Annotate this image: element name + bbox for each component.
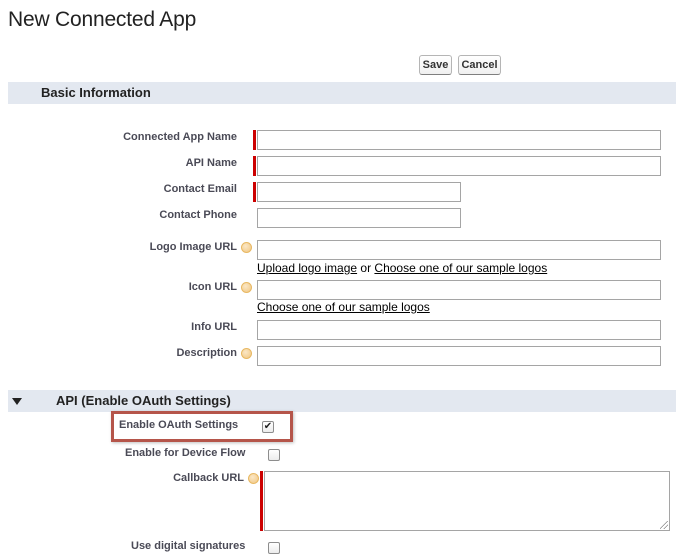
- digital-signatures-label: Use digital signatures: [131, 540, 246, 552]
- required-indicator: [253, 182, 256, 202]
- section-basic-information: Basic Information: [8, 82, 676, 104]
- callback-url-label: Callback URL: [173, 472, 244, 484]
- contact-phone-input[interactable]: [257, 208, 461, 228]
- logo-url-label: Logo Image URL: [149, 241, 237, 253]
- page-title: New Connected App: [8, 8, 197, 31]
- icon-url-input[interactable]: [257, 280, 661, 300]
- app-name-input[interactable]: [257, 130, 661, 150]
- help-icon[interactable]: [241, 348, 252, 359]
- callback-url-textarea[interactable]: [264, 471, 670, 531]
- device-flow-label: Enable for Device Flow: [125, 447, 246, 459]
- enable-oauth-label: Enable OAuth Settings: [119, 419, 239, 431]
- cancel-button[interactable]: Cancel: [458, 55, 501, 75]
- section-title: Basic Information: [41, 85, 151, 100]
- section-title: API (Enable OAuth Settings): [56, 393, 231, 408]
- choose-logo-link[interactable]: Choose one of our sample logos: [374, 261, 547, 275]
- info-url-input[interactable]: [257, 320, 661, 340]
- contact-email-label: Contact Email: [163, 183, 237, 195]
- upload-logo-link[interactable]: Upload logo image: [257, 261, 357, 275]
- description-label: Description: [176, 347, 237, 359]
- api-name-label: API Name: [185, 157, 237, 169]
- contact-email-input[interactable]: [257, 182, 461, 202]
- api-name-input[interactable]: [257, 156, 661, 176]
- icon-url-label: Icon URL: [188, 281, 237, 293]
- required-indicator: [253, 156, 256, 176]
- collapse-triangle-icon[interactable]: [12, 398, 22, 405]
- help-icon[interactable]: [241, 242, 252, 253]
- digital-signatures-checkbox[interactable]: [268, 542, 280, 554]
- contact-phone-label: Contact Phone: [159, 209, 237, 221]
- required-indicator: [260, 471, 263, 531]
- description-input[interactable]: [257, 346, 661, 366]
- or-text: or: [357, 261, 375, 275]
- logo-links: Upload logo image or Choose one of our s…: [257, 261, 547, 275]
- save-button[interactable]: Save: [419, 55, 452, 75]
- logo-url-input[interactable]: [257, 240, 661, 260]
- info-url-label: Info URL: [191, 321, 237, 333]
- enable-oauth-checkbox[interactable]: ✔: [262, 421, 274, 433]
- help-icon[interactable]: [241, 282, 252, 293]
- required-indicator: [253, 130, 256, 150]
- icon-links: Choose one of our sample logos: [257, 300, 430, 314]
- section-api-oauth: API (Enable OAuth Settings): [8, 390, 676, 412]
- help-icon[interactable]: [248, 473, 259, 484]
- resize-grip-icon[interactable]: [660, 521, 668, 529]
- app-name-label: Connected App Name: [123, 131, 237, 143]
- choose-icon-link[interactable]: Choose one of our sample logos: [257, 300, 430, 314]
- device-flow-checkbox[interactable]: [268, 449, 280, 461]
